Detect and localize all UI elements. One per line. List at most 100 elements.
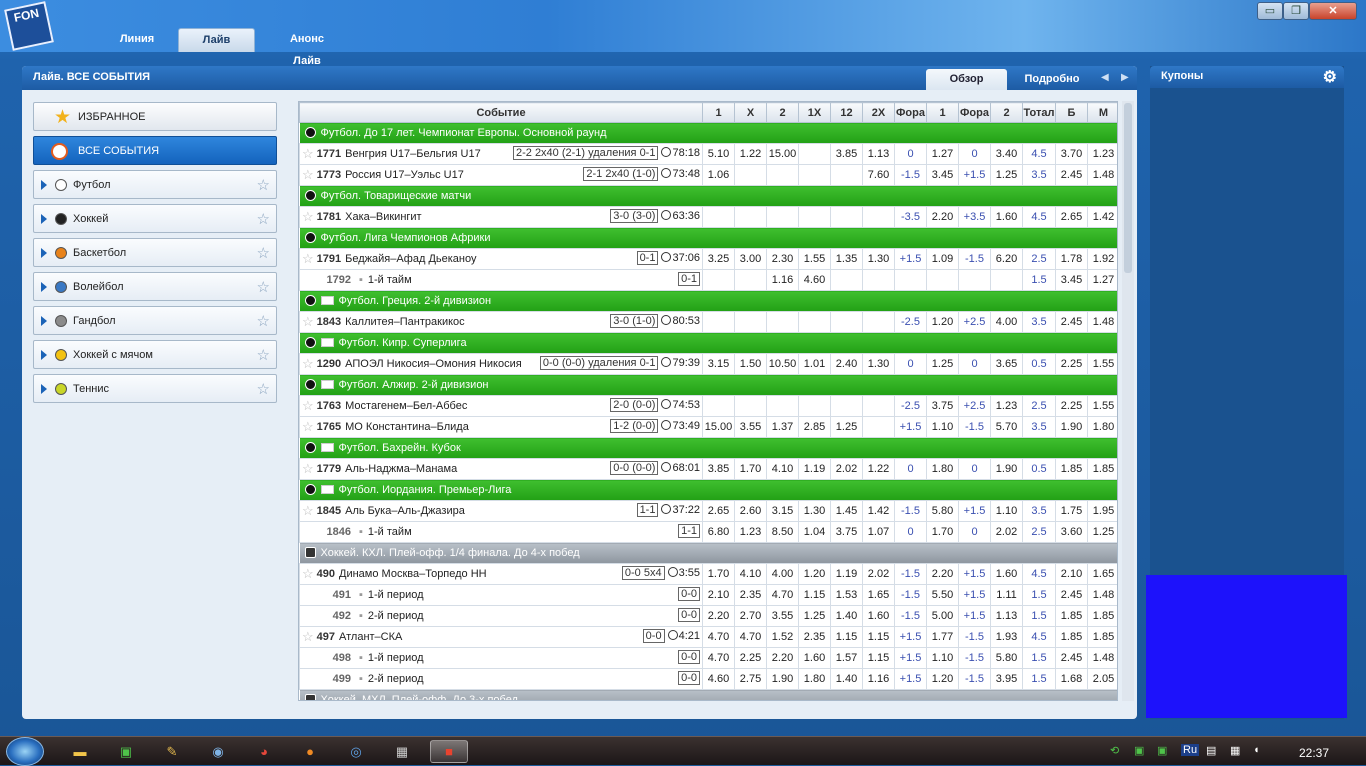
favorite-star-icon[interactable]: ☆ <box>302 461 314 476</box>
favorite-star-icon[interactable]: ☆ <box>257 210 270 228</box>
favorites-button[interactable]: ★ ИЗБРАННОЕ <box>33 102 277 131</box>
expand-arrow-icon[interactable] <box>41 248 47 258</box>
odds-cell[interactable]: 2.20 <box>766 647 799 669</box>
odds-cell[interactable]: 1.48 <box>1087 311 1117 333</box>
odds-cell[interactable]: +1.5 <box>894 668 927 690</box>
odds-cell[interactable]: 4.70 <box>702 647 735 669</box>
odds-cell[interactable]: 1.5 <box>1022 584 1056 606</box>
odds-cell[interactable]: 1.48 <box>1087 647 1117 669</box>
network-tray-icon[interactable]: ▦ <box>1230 744 1240 757</box>
firefox-icon[interactable]: ● <box>294 740 326 763</box>
expand-arrow-icon[interactable] <box>41 180 47 190</box>
event-cell[interactable]: ☆ 1781 Хака–Викингит 3-0 (3-0) 63:36 <box>299 206 703 228</box>
odds-cell[interactable]: 1.11 <box>990 584 1023 606</box>
odds-cell[interactable]: 15.00 <box>766 143 799 165</box>
event-cell[interactable]: ☆ 1765 МО Константина–Блида 1-2 (0-0) 73:49 <box>299 416 703 438</box>
odds-cell[interactable]: 1.57 <box>830 647 863 669</box>
league-group-row[interactable]: Футбол. Алжир. 2-й дивизион <box>299 374 1117 396</box>
odds-cell[interactable]: +1.5 <box>894 248 927 270</box>
odds-cell[interactable]: 3.85 <box>702 458 735 480</box>
odds-cell[interactable]: 2.45 <box>1055 647 1088 669</box>
odds-cell[interactable]: 1.77 <box>926 626 959 648</box>
odds-cell[interactable]: 2.10 <box>702 584 735 606</box>
event-row[interactable]: ☆ 1843 Каллитея–Пантракикос 3-0 (1-0) 80:53 -… <box>299 311 1117 333</box>
odds-cell[interactable]: 0 <box>958 458 991 480</box>
tab-live-announce[interactable]: Анонс Лайв <box>275 28 339 67</box>
odds-cell[interactable]: 1.60 <box>990 563 1023 585</box>
odds-cell[interactable]: 3.45 <box>1055 269 1088 291</box>
odds-cell[interactable]: 1.25 <box>798 605 831 627</box>
odds-cell[interactable]: 5.00 <box>926 605 959 627</box>
event-cell[interactable]: ☆ 497 Атлант–СКА 0-0 4:21 <box>299 626 703 648</box>
odds-cell[interactable]: 1.37 <box>766 416 799 438</box>
odds-cell[interactable]: 1.16 <box>862 668 895 690</box>
odds-cell[interactable]: 1.19 <box>798 458 831 480</box>
odds-cell[interactable]: 1.80 <box>1087 416 1117 438</box>
odds-cell[interactable]: 1.95 <box>1087 500 1117 522</box>
odds-cell[interactable]: 2.20 <box>926 206 959 228</box>
odds-cell[interactable]: 1.48 <box>1087 164 1117 186</box>
odds-cell[interactable]: -1.5 <box>958 668 991 690</box>
odds-cell[interactable]: 2.45 <box>1055 164 1088 186</box>
league-group-row[interactable]: Хоккей. МХЛ. Плей-офф. До 3-х побед <box>299 689 1117 700</box>
odds-cell[interactable]: 1.15 <box>862 647 895 669</box>
sidebar-item-sport[interactable]: Теннис ☆ <box>33 374 277 403</box>
odds-cell[interactable]: 0.5 <box>1022 353 1056 375</box>
odds-cell[interactable]: +1.5 <box>894 626 927 648</box>
all-events-button[interactable]: ВСЕ СОБЫТИЯ <box>33 136 277 165</box>
favorite-star-icon[interactable]: ☆ <box>302 209 314 224</box>
tab-live[interactable]: Лайв <box>178 28 255 52</box>
odds-cell[interactable]: 3.75 <box>830 521 863 543</box>
favorite-star-icon[interactable]: ☆ <box>257 380 270 398</box>
odds-cell[interactable]: +1.5 <box>958 605 991 627</box>
odds-cell[interactable]: 5.10 <box>702 143 735 165</box>
odds-cell[interactable]: 1.85 <box>1055 458 1088 480</box>
odds-cell[interactable]: +1.5 <box>958 500 991 522</box>
odds-cell[interactable]: 1.50 <box>734 353 767 375</box>
odds-cell[interactable]: 1.20 <box>798 563 831 585</box>
odds-cell[interactable]: +1.5 <box>894 647 927 669</box>
event-cell[interactable]: ☆ 1290 АПОЭЛ Никосия–Омония Никосия 0-0 (0-… <box>299 353 703 375</box>
explorer-icon[interactable]: ▬ <box>64 740 96 763</box>
odds-cell[interactable]: 2.65 <box>702 500 735 522</box>
odds-cell[interactable]: 1.13 <box>862 143 895 165</box>
odds-cell[interactable]: 1.60 <box>798 647 831 669</box>
odds-cell[interactable]: 1.70 <box>702 563 735 585</box>
odds-cell[interactable]: 1.10 <box>926 647 959 669</box>
odds-cell[interactable]: -2.5 <box>894 311 927 333</box>
odds-cell[interactable]: 1.90 <box>766 668 799 690</box>
odds-cell[interactable]: 1.23 <box>734 521 767 543</box>
odds-cell[interactable]: 3.5 <box>1022 311 1056 333</box>
favorite-star-icon[interactable]: ☆ <box>302 566 314 581</box>
odds-cell[interactable]: 2.85 <box>798 416 831 438</box>
odds-cell[interactable]: 1.23 <box>990 395 1023 417</box>
odds-cell[interactable]: 1.20 <box>926 668 959 690</box>
fonbet-taskbar-icon[interactable]: ■ <box>430 740 468 763</box>
sidebar-item-sport[interactable]: Волейбол ☆ <box>33 272 277 301</box>
odds-cell[interactable]: 3.25 <box>702 248 735 270</box>
odds-cell[interactable]: 4.5 <box>1022 143 1056 165</box>
league-group-row[interactable]: Футбол. Товарищеские матчи <box>299 185 1117 207</box>
favorite-star-icon[interactable]: ☆ <box>302 146 314 161</box>
event-cell[interactable]: ☆ 1779 Аль-Наджма–Манама 0-0 (0-0) 68:01 <box>299 458 703 480</box>
odds-cell[interactable]: 6.20 <box>990 248 1023 270</box>
odds-cell[interactable]: 6.80 <box>702 521 735 543</box>
volume-icon[interactable]: ◖ <box>1253 744 1260 756</box>
odds-cell[interactable]: -1.5 <box>894 584 927 606</box>
odds-cell[interactable]: 2.35 <box>798 626 831 648</box>
odds-cell[interactable]: +1.5 <box>958 584 991 606</box>
odds-cell[interactable]: 0 <box>958 353 991 375</box>
odds-cell[interactable]: 3.15 <box>766 500 799 522</box>
odds-cell[interactable]: 2.05 <box>1087 668 1117 690</box>
odds-cell[interactable]: 1.80 <box>798 668 831 690</box>
expand-arrow-icon[interactable] <box>41 316 47 326</box>
odds-cell[interactable]: 4.5 <box>1022 206 1056 228</box>
expand-arrow-icon[interactable] <box>41 214 47 224</box>
minimize-button[interactable]: ▭ <box>1257 2 1283 20</box>
favorite-star-icon[interactable]: ☆ <box>257 176 270 194</box>
favorite-star-icon[interactable]: ☆ <box>257 346 270 364</box>
odds-cell[interactable]: -1.5 <box>894 605 927 627</box>
odds-cell[interactable]: 10.50 <box>766 353 799 375</box>
event-row[interactable]: ☆ 1290 АПОЭЛ Никосия–Омония Никосия 0-0 (0-… <box>299 353 1117 375</box>
event-row[interactable]: ☆ 1765 МО Константина–Блида 1-2 (0-0) 73:49 1… <box>299 416 1117 438</box>
